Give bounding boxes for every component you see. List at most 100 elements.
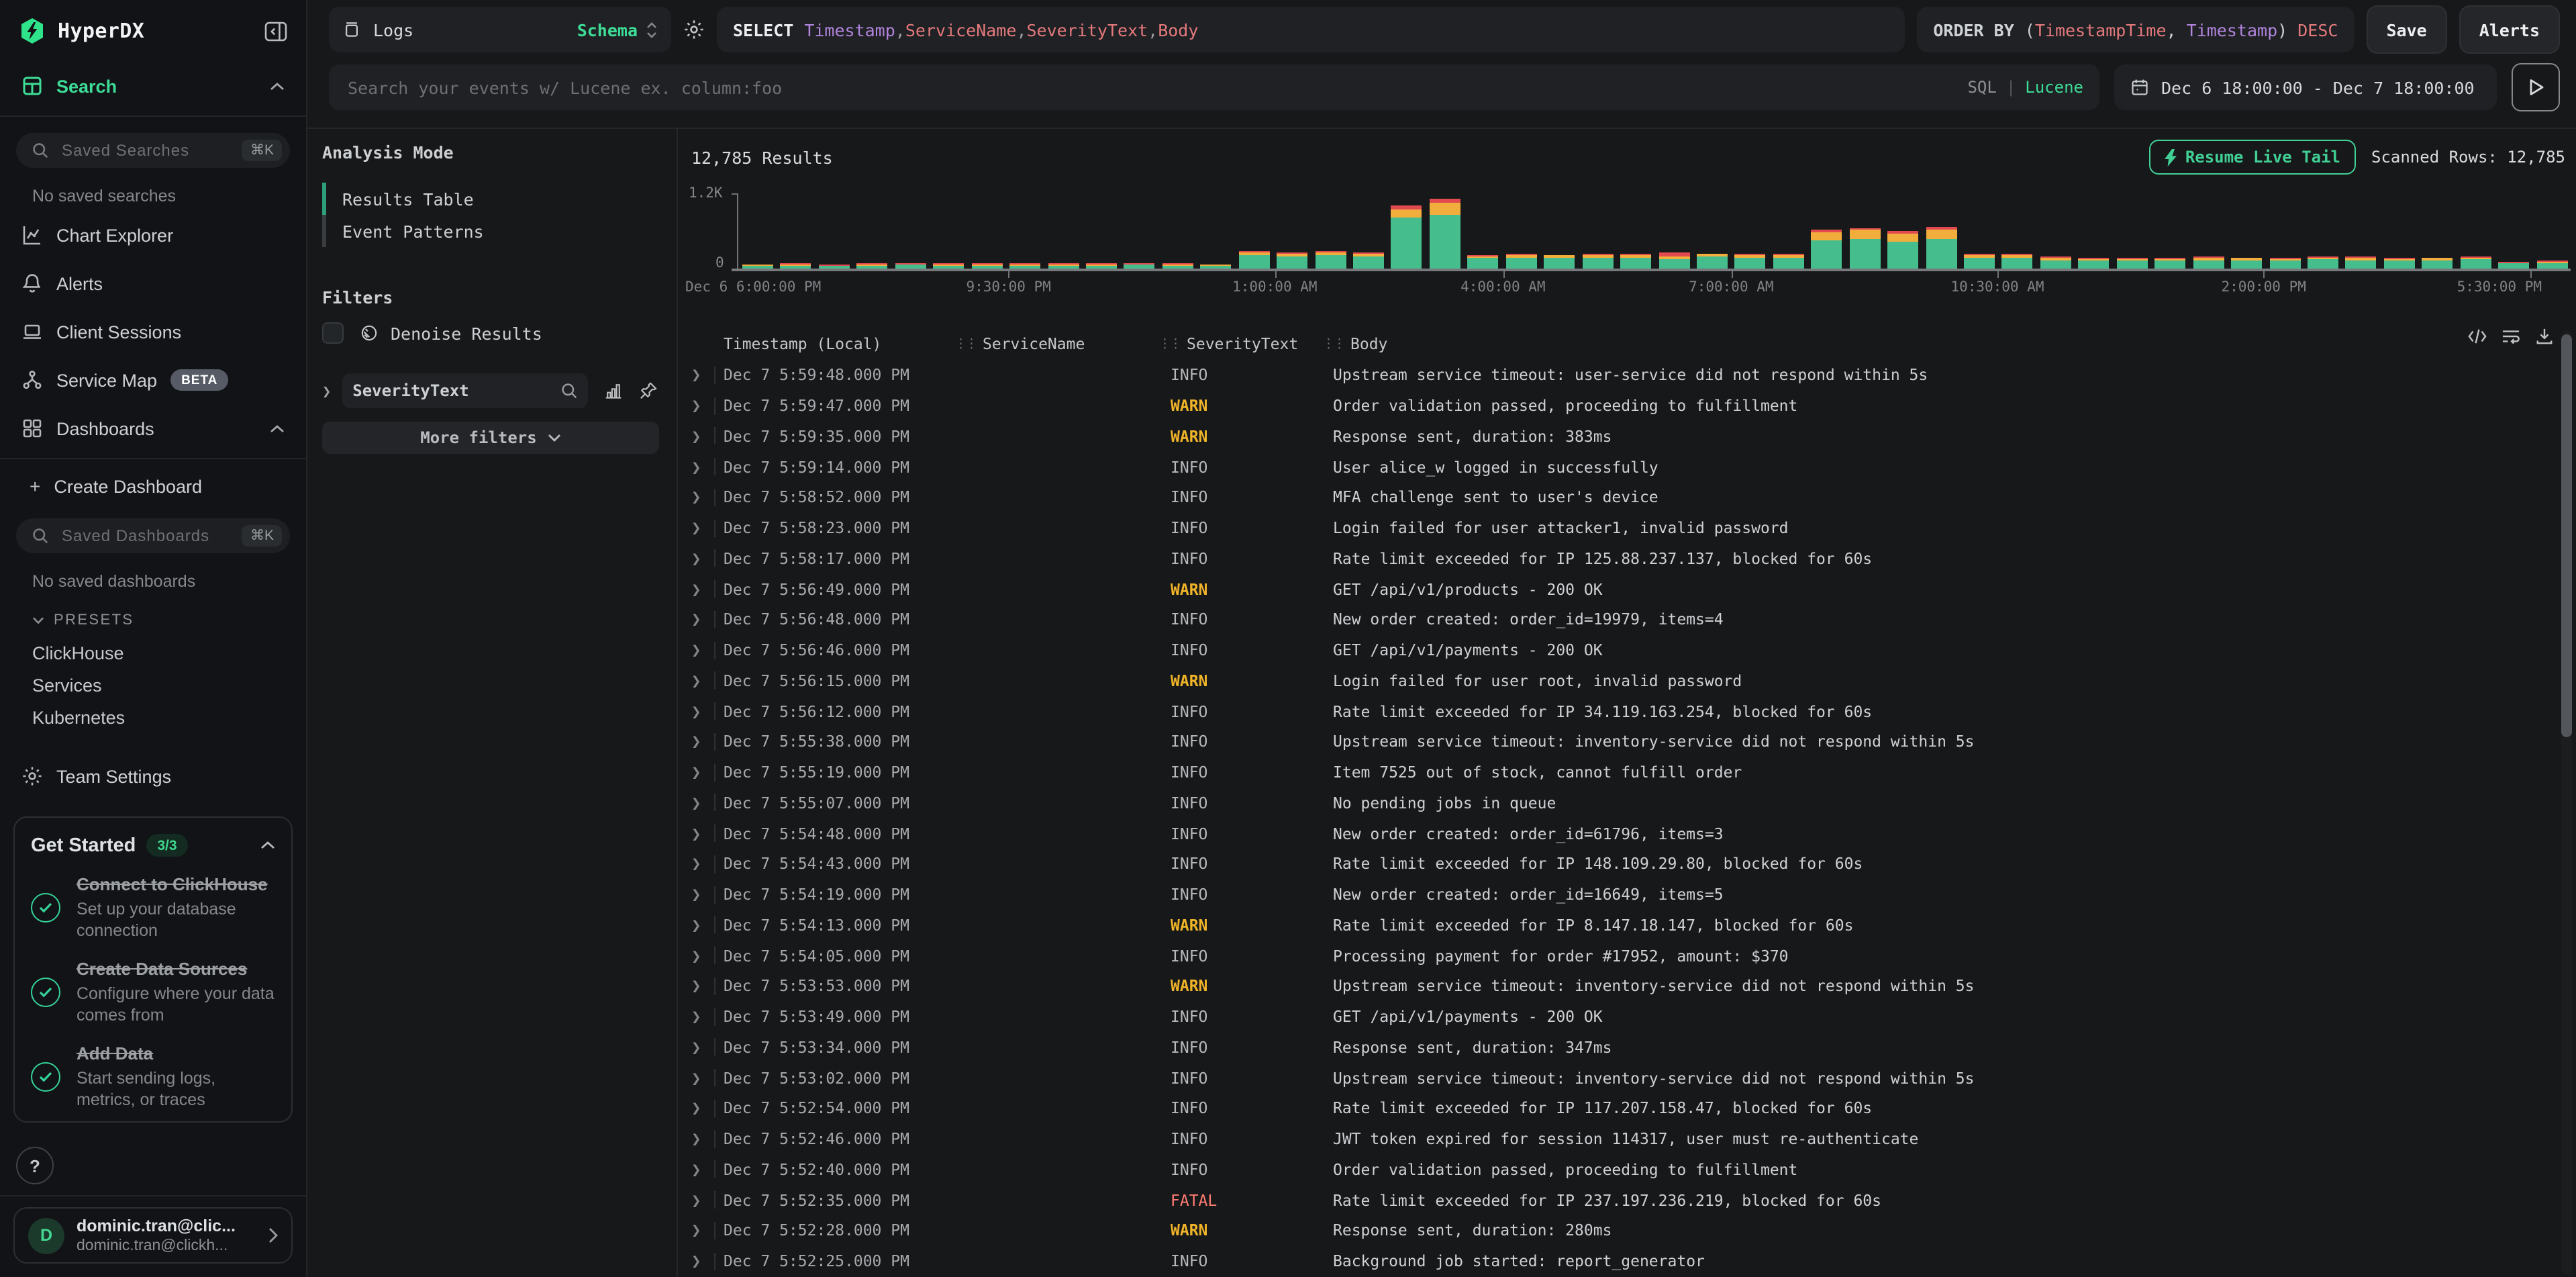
chart-bar[interactable] <box>933 264 964 269</box>
select-query-input[interactable]: SELECT Timestamp,ServiceName,SeverityTex… <box>717 7 1905 52</box>
chart-bar[interactable] <box>1620 254 1651 269</box>
sidebar-item-search[interactable]: Search <box>0 62 306 110</box>
row-expand[interactable]: ❯ <box>691 1093 724 1124</box>
table-row[interactable]: ❯Dec 7 5:59:35.000 PMWARNResponse sent, … <box>691 421 2546 452</box>
table-row[interactable]: ❯Dec 7 5:52:28.000 PMWARNResponse sent, … <box>691 1215 2546 1246</box>
chart-bar[interactable] <box>1812 230 1842 269</box>
chart-bar[interactable] <box>2117 258 2148 269</box>
save-button[interactable]: Save <box>2366 5 2446 54</box>
table-row[interactable]: ❯Dec 7 5:55:07.000 PMINFONo pending jobs… <box>691 788 2546 818</box>
lucene-toggle[interactable]: Lucene <box>2025 78 2083 97</box>
chart-bar[interactable] <box>2422 257 2453 269</box>
row-expand[interactable]: ❯ <box>691 1002 724 1033</box>
row-expand[interactable]: ❯ <box>691 391 724 422</box>
help-button[interactable]: ? <box>16 1147 54 1184</box>
chart-bar[interactable] <box>2346 257 2377 269</box>
row-expand[interactable]: ❯ <box>691 1154 724 1185</box>
chart-bar[interactable] <box>1658 252 1689 269</box>
scrollbar-thumb[interactable] <box>2561 334 2572 737</box>
row-expand[interactable]: ❯ <box>691 482 724 513</box>
chart-bar[interactable] <box>781 264 811 269</box>
table-row[interactable]: ❯Dec 7 5:56:48.000 PMINFONew order creat… <box>691 604 2546 635</box>
chart-bar[interactable] <box>1124 263 1155 269</box>
row-expand[interactable]: ❯ <box>691 1215 724 1246</box>
drag-handle-icon[interactable]: ⋮⋮ <box>1322 336 1344 351</box>
chart-bar[interactable] <box>2384 258 2415 269</box>
row-expand[interactable]: ❯ <box>691 880 724 910</box>
mode-event-patterns[interactable]: Event Patterns <box>322 215 484 247</box>
table-row[interactable]: ❯Dec 7 5:52:46.000 PMINFOJWT token expir… <box>691 1124 2546 1155</box>
chart-bar[interactable] <box>1887 232 1918 269</box>
chart-bar[interactable] <box>857 263 888 269</box>
chart-bar[interactable] <box>2498 261 2529 269</box>
row-expand[interactable]: ❯ <box>691 1063 724 1094</box>
table-row[interactable]: ❯Dec 7 5:55:38.000 PMINFOUpstream servic… <box>691 726 2546 757</box>
chart-bar[interactable] <box>2193 257 2224 269</box>
table-row[interactable]: ❯Dec 7 5:52:54.000 PMINFORate limit exce… <box>691 1093 2546 1124</box>
table-row[interactable]: ❯Dec 7 5:59:14.000 PMINFOUser alice_w lo… <box>691 452 2546 483</box>
chart-bar[interactable] <box>2460 256 2491 269</box>
chevron-up-icon[interactable] <box>270 424 285 433</box>
column-header-timestamp[interactable]: Timestamp (Local) <box>724 334 954 353</box>
table-row[interactable]: ❯Dec 7 5:52:35.000 PMFATALRate limit exc… <box>691 1185 2546 1216</box>
user-menu[interactable]: D dominic.tran@clic... dominic.tran@clic… <box>13 1207 293 1264</box>
sidebar-item-client-sessions[interactable]: Client Sessions <box>0 308 306 356</box>
row-expand[interactable]: ❯ <box>691 788 724 818</box>
row-expand[interactable]: ❯ <box>691 971 724 1002</box>
row-expand[interactable]: ❯ <box>691 543 724 574</box>
chart-bar[interactable] <box>1201 264 1232 269</box>
preset-services[interactable]: Services <box>0 669 306 701</box>
code-view-icon[interactable] <box>2467 328 2487 345</box>
table-row[interactable]: ❯Dec 7 5:54:43.000 PMINFORate limit exce… <box>691 849 2546 880</box>
chart-bar[interactable] <box>1430 199 1460 269</box>
sidebar-item-alerts[interactable]: Alerts <box>0 259 306 308</box>
chart-bar[interactable] <box>2040 257 2071 269</box>
chart-bar[interactable] <box>1773 254 1804 269</box>
chart-filter-icon[interactable] <box>603 381 622 400</box>
table-row[interactable]: ❯Dec 7 5:54:13.000 PMWARNRate limit exce… <box>691 910 2546 941</box>
get-started-step[interactable]: Add DataStart sending logs, metrics, or … <box>31 1043 275 1110</box>
create-dashboard-button[interactable]: + Create Dashboard <box>0 465 306 508</box>
table-row[interactable]: ❯Dec 7 5:58:52.000 PMINFOMFA challenge s… <box>691 482 2546 513</box>
chart-bar[interactable] <box>1582 254 1613 269</box>
column-header-severitytext[interactable]: ⋮⋮SeverityText <box>1158 334 1322 353</box>
row-expand[interactable]: ❯ <box>691 941 724 972</box>
chart-bar[interactable] <box>1697 253 1728 269</box>
mode-results-table[interactable]: Results Table <box>322 183 474 215</box>
table-row[interactable]: ❯Dec 7 5:59:47.000 PMWARNOrder validatio… <box>691 391 2546 422</box>
download-icon[interactable] <box>2534 328 2555 345</box>
table-row[interactable]: ❯Dec 7 5:59:48.000 PMINFOUpstream servic… <box>691 360 2546 391</box>
table-row[interactable]: ❯Dec 7 5:56:49.000 PMWARNGET /api/v1/pro… <box>691 574 2546 605</box>
preset-kubernetes[interactable]: Kubernetes <box>0 701 306 733</box>
run-query-button[interactable] <box>2512 63 2560 111</box>
event-search-input[interactable] <box>345 76 1956 99</box>
table-row[interactable]: ❯Dec 7 5:56:15.000 PMWARNLogin failed fo… <box>691 665 2546 696</box>
column-header-body[interactable]: ⋮⋮Body <box>1322 334 2546 353</box>
sidebar-item-chart-explorer[interactable]: Chart Explorer <box>0 211 306 259</box>
chart-bar[interactable] <box>2231 257 2262 269</box>
chart-bar[interactable] <box>1735 254 1766 269</box>
saved-dashboards-searchbox[interactable]: ⌘K <box>16 518 290 553</box>
chart-bar[interactable] <box>1315 251 1346 269</box>
row-expand[interactable]: ❯ <box>691 1124 724 1155</box>
expand-filter-chevron-icon[interactable]: ❯ <box>322 382 331 399</box>
preset-clickhouse[interactable]: ClickHouse <box>0 636 306 669</box>
chart-bar[interactable] <box>1009 263 1040 269</box>
sidebar-item-dashboards[interactable]: Dashboards <box>0 404 306 453</box>
row-expand[interactable]: ❯ <box>691 635 724 666</box>
chart-bar[interactable] <box>1048 263 1079 269</box>
row-expand[interactable]: ❯ <box>691 1032 724 1063</box>
table-row[interactable]: ❯Dec 7 5:53:53.000 PMWARNUpstream servic… <box>691 971 2546 1002</box>
table-row[interactable]: ❯Dec 7 5:53:02.000 PMINFOUpstream servic… <box>691 1063 2546 1094</box>
drag-handle-icon[interactable]: ⋮⋮ <box>1158 336 1180 351</box>
drag-handle-icon[interactable]: ⋮⋮ <box>954 336 976 351</box>
row-expand[interactable]: ❯ <box>691 818 724 849</box>
more-filters-button[interactable]: More filters <box>322 422 659 454</box>
chart-bar[interactable] <box>2079 258 2110 269</box>
row-expand[interactable]: ❯ <box>691 421 724 452</box>
source-settings-gear-icon[interactable] <box>683 19 705 40</box>
pin-icon[interactable] <box>638 381 657 400</box>
row-expand[interactable]: ❯ <box>691 1185 724 1216</box>
chart-bar[interactable] <box>1238 251 1269 269</box>
chart-bar[interactable] <box>2154 258 2185 269</box>
